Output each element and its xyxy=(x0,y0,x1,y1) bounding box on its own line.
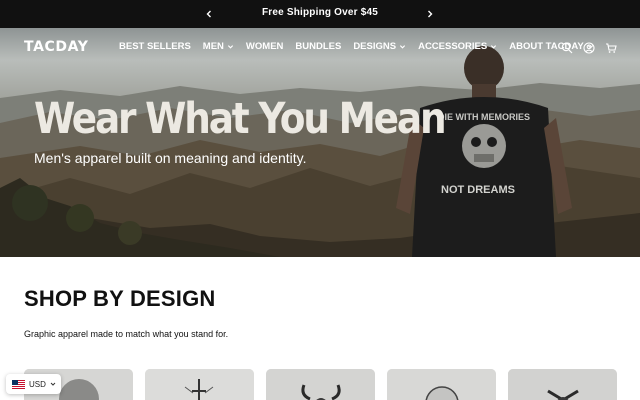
nav-designs[interactable]: DESIGNS xyxy=(353,41,406,52)
nav-label: ACCESSORIES xyxy=(418,41,488,52)
cart-icon[interactable] xyxy=(605,41,617,53)
site-logo[interactable]: TACDAY xyxy=(24,39,88,55)
currency-selector[interactable]: USD xyxy=(6,374,61,394)
design-card-axes[interactable] xyxy=(508,369,617,400)
announcement-text: Free Shipping Over $45 xyxy=(261,7,379,18)
chevron-right-icon[interactable] xyxy=(422,6,438,22)
nav-label: MEN xyxy=(202,41,224,52)
crossed-axes-design-icon xyxy=(508,369,617,400)
shirt-text-bottom: NOT DREAMS xyxy=(441,184,515,196)
cross-design-icon xyxy=(145,369,254,400)
hero-subtitle: Men's apparel built on meaning and ident… xyxy=(34,150,307,166)
design-card-viking[interactable] xyxy=(266,369,375,400)
design-card-globe[interactable] xyxy=(387,369,496,400)
nav-label: DESIGNS xyxy=(353,41,397,52)
chevron-down-icon xyxy=(227,45,234,49)
shirt-text-top: DIE WITH MEMORIES xyxy=(438,112,530,122)
chevron-down-icon xyxy=(399,45,406,49)
nav-best-sellers[interactable]: BEST SELLERS xyxy=(119,41,191,52)
nav-women[interactable]: WOMEN xyxy=(246,41,283,52)
main-nav: TACDAY BEST SELLERS MEN WOMEN BUNDLES DE… xyxy=(0,28,640,66)
nav-bundles[interactable]: BUNDLES xyxy=(295,41,341,52)
nav-icons xyxy=(561,41,617,54)
currency-label: USD xyxy=(29,379,46,389)
nav-label: WOMEN xyxy=(245,41,284,52)
globe-design-icon xyxy=(387,369,496,400)
nav-links: BEST SELLERS MEN WOMEN BUNDLES DESIGNS A… xyxy=(119,41,594,52)
chevron-down-icon xyxy=(50,382,56,386)
section-subtitle: Graphic apparel made to match what you s… xyxy=(24,329,229,339)
search-icon[interactable] xyxy=(561,41,573,54)
us-flag-icon xyxy=(12,379,25,389)
announcement-bar: Free Shipping Over $45 xyxy=(0,0,640,28)
design-cards xyxy=(24,369,640,400)
chevron-down-icon xyxy=(491,45,497,49)
nav-label: BUNDLES xyxy=(295,41,342,52)
account-icon[interactable] xyxy=(583,41,595,54)
nav-men[interactable]: MEN xyxy=(203,41,234,52)
nav-label: BEST SELLERS xyxy=(119,41,191,52)
chevron-left-icon[interactable] xyxy=(201,6,217,22)
design-card-cross[interactable] xyxy=(145,369,254,400)
hero-title: Wear What You Mean xyxy=(34,94,447,144)
viking-helmet-design-icon xyxy=(266,369,375,400)
nav-accessories[interactable]: ACCESSORIES xyxy=(418,41,497,52)
section-title: SHOP BY DESIGN xyxy=(24,286,216,311)
